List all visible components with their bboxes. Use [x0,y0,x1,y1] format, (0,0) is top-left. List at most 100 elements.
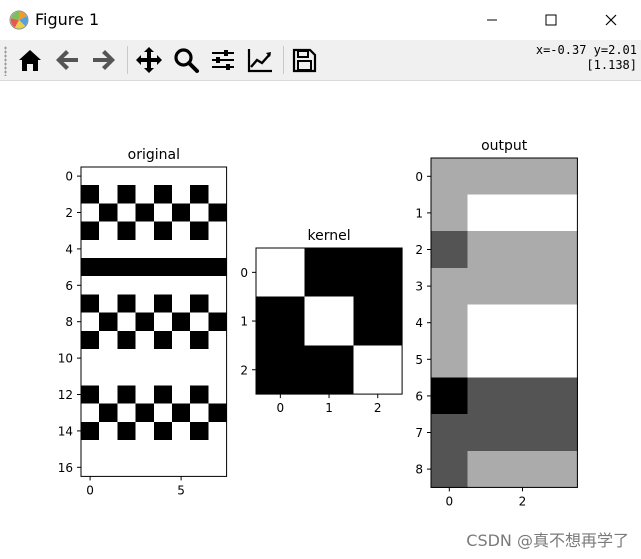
heatmap-cell [504,267,542,305]
y-tick-label: 10 [58,352,73,366]
y-tick-label: 6 [65,279,73,293]
heatmap-cell [190,458,209,477]
heatmap-cell [99,185,118,204]
y-tick-label: 16 [58,461,73,475]
heatmap-cell [467,194,505,232]
heatmap-cell [504,450,542,488]
heatmap-cell [504,304,542,342]
heatmap-cell [208,276,228,295]
heatmap-cell [99,312,118,332]
heatmap-cell [172,203,191,223]
toolbar-separator [283,46,284,74]
heatmap-cell [504,194,542,232]
heatmap-cell [99,221,118,241]
heatmap-cell [172,367,191,386]
heatmap-cell [431,267,469,305]
figure-canvas[interactable]: original02468101214160 5 kernel0120 1 2 out… [0,81,641,559]
heatmap-cell [81,440,100,459]
heatmap-cell [81,203,100,223]
heatmap-cell [208,185,228,204]
heatmap-cell [117,167,137,186]
heatmap-cell [117,330,137,350]
heatmap-cell [304,248,354,298]
y-tick-label: 1 [240,315,248,329]
heatmap-cell [190,403,209,423]
heatmap-cell [208,440,228,459]
toolbar-separator [127,46,128,74]
heatmap-cell [504,341,542,379]
configure-subplots-button[interactable] [207,44,239,76]
heatmap-cell [153,239,173,259]
heatmap-cell [117,349,137,368]
subplot-output: output 0 1 2 3 4 5 6 7 8 0 2 [415,138,578,508]
heatmap-cell [135,385,155,405]
heatmap-cell [353,296,403,346]
forward-button[interactable] [88,44,120,76]
minimize-button[interactable] [469,0,515,40]
heatmap-cell [208,458,228,477]
close-button[interactable] [588,0,634,40]
heatmap-cell [135,367,155,386]
heatmap-cell [117,385,137,405]
heatmap-cell [190,167,209,186]
heatmap-cell [540,304,578,342]
y-tick-label: 8 [415,463,423,477]
heatmap-cell [153,330,173,350]
heatmap-cell [99,367,118,386]
heatmap-cell [117,458,137,477]
heatmap-cell [540,158,578,196]
heatmap-cell [353,345,403,395]
heatmap-cell [190,385,209,405]
heatmap-cell [117,185,137,204]
minimize-icon [487,19,497,21]
heatmap-cell [99,276,118,295]
heatmap-cell [190,349,209,368]
heatmap-cell [153,167,173,186]
heatmap-cell [81,421,100,441]
x-tick-label: 2 [374,401,382,415]
zoom-button[interactable] [170,44,202,76]
arrow-right-icon [93,50,115,70]
heatmap-cell [172,239,191,259]
save-button[interactable] [288,44,320,76]
toolbar-grip[interactable] [4,46,7,76]
heatmap-cell [190,440,209,459]
y-tick-label: 0 [415,170,423,184]
heatmap-cell [81,349,100,368]
heatmap-cell [504,414,542,452]
heatmap-cell [208,385,228,405]
close-icon [605,14,617,26]
arrow-left-icon [56,50,78,70]
heatmap-cell [81,330,100,350]
heatmap-cell [172,185,191,204]
heatmap-cell [81,367,100,386]
heatmap-cell [117,258,137,277]
heatmap-cell [431,414,469,452]
heatmap-cell [190,294,209,314]
magnifier-icon [174,48,199,73]
heatmap-cell [431,304,469,342]
heatmap-cell [135,185,155,204]
heatmap-cell [81,294,100,314]
heatmap-cell [467,414,505,452]
heatmap-cell [99,440,118,459]
heatmap-cell [99,239,118,259]
heatmap-cell [117,312,137,332]
heatmap-cell [190,276,209,295]
pan-button[interactable] [133,44,165,76]
back-button[interactable] [51,44,83,76]
x-tick-label: 0 [445,494,453,508]
edit-axis-button[interactable] [244,44,276,76]
heatmap-cell [467,158,505,196]
heatmap-cell [172,421,191,441]
heatmap-cell [172,312,191,332]
y-tick-label: 4 [415,316,423,330]
maximize-button[interactable] [528,0,574,40]
heatmap-cell [190,185,209,204]
heatmap-cell [540,194,578,232]
heatmap-cell [81,239,100,259]
heatmap-cell [190,239,209,259]
home-button[interactable] [14,44,46,76]
heatmap-cell [208,294,228,314]
coords-xy: x=-0.37 y=2.01 [535,43,637,57]
